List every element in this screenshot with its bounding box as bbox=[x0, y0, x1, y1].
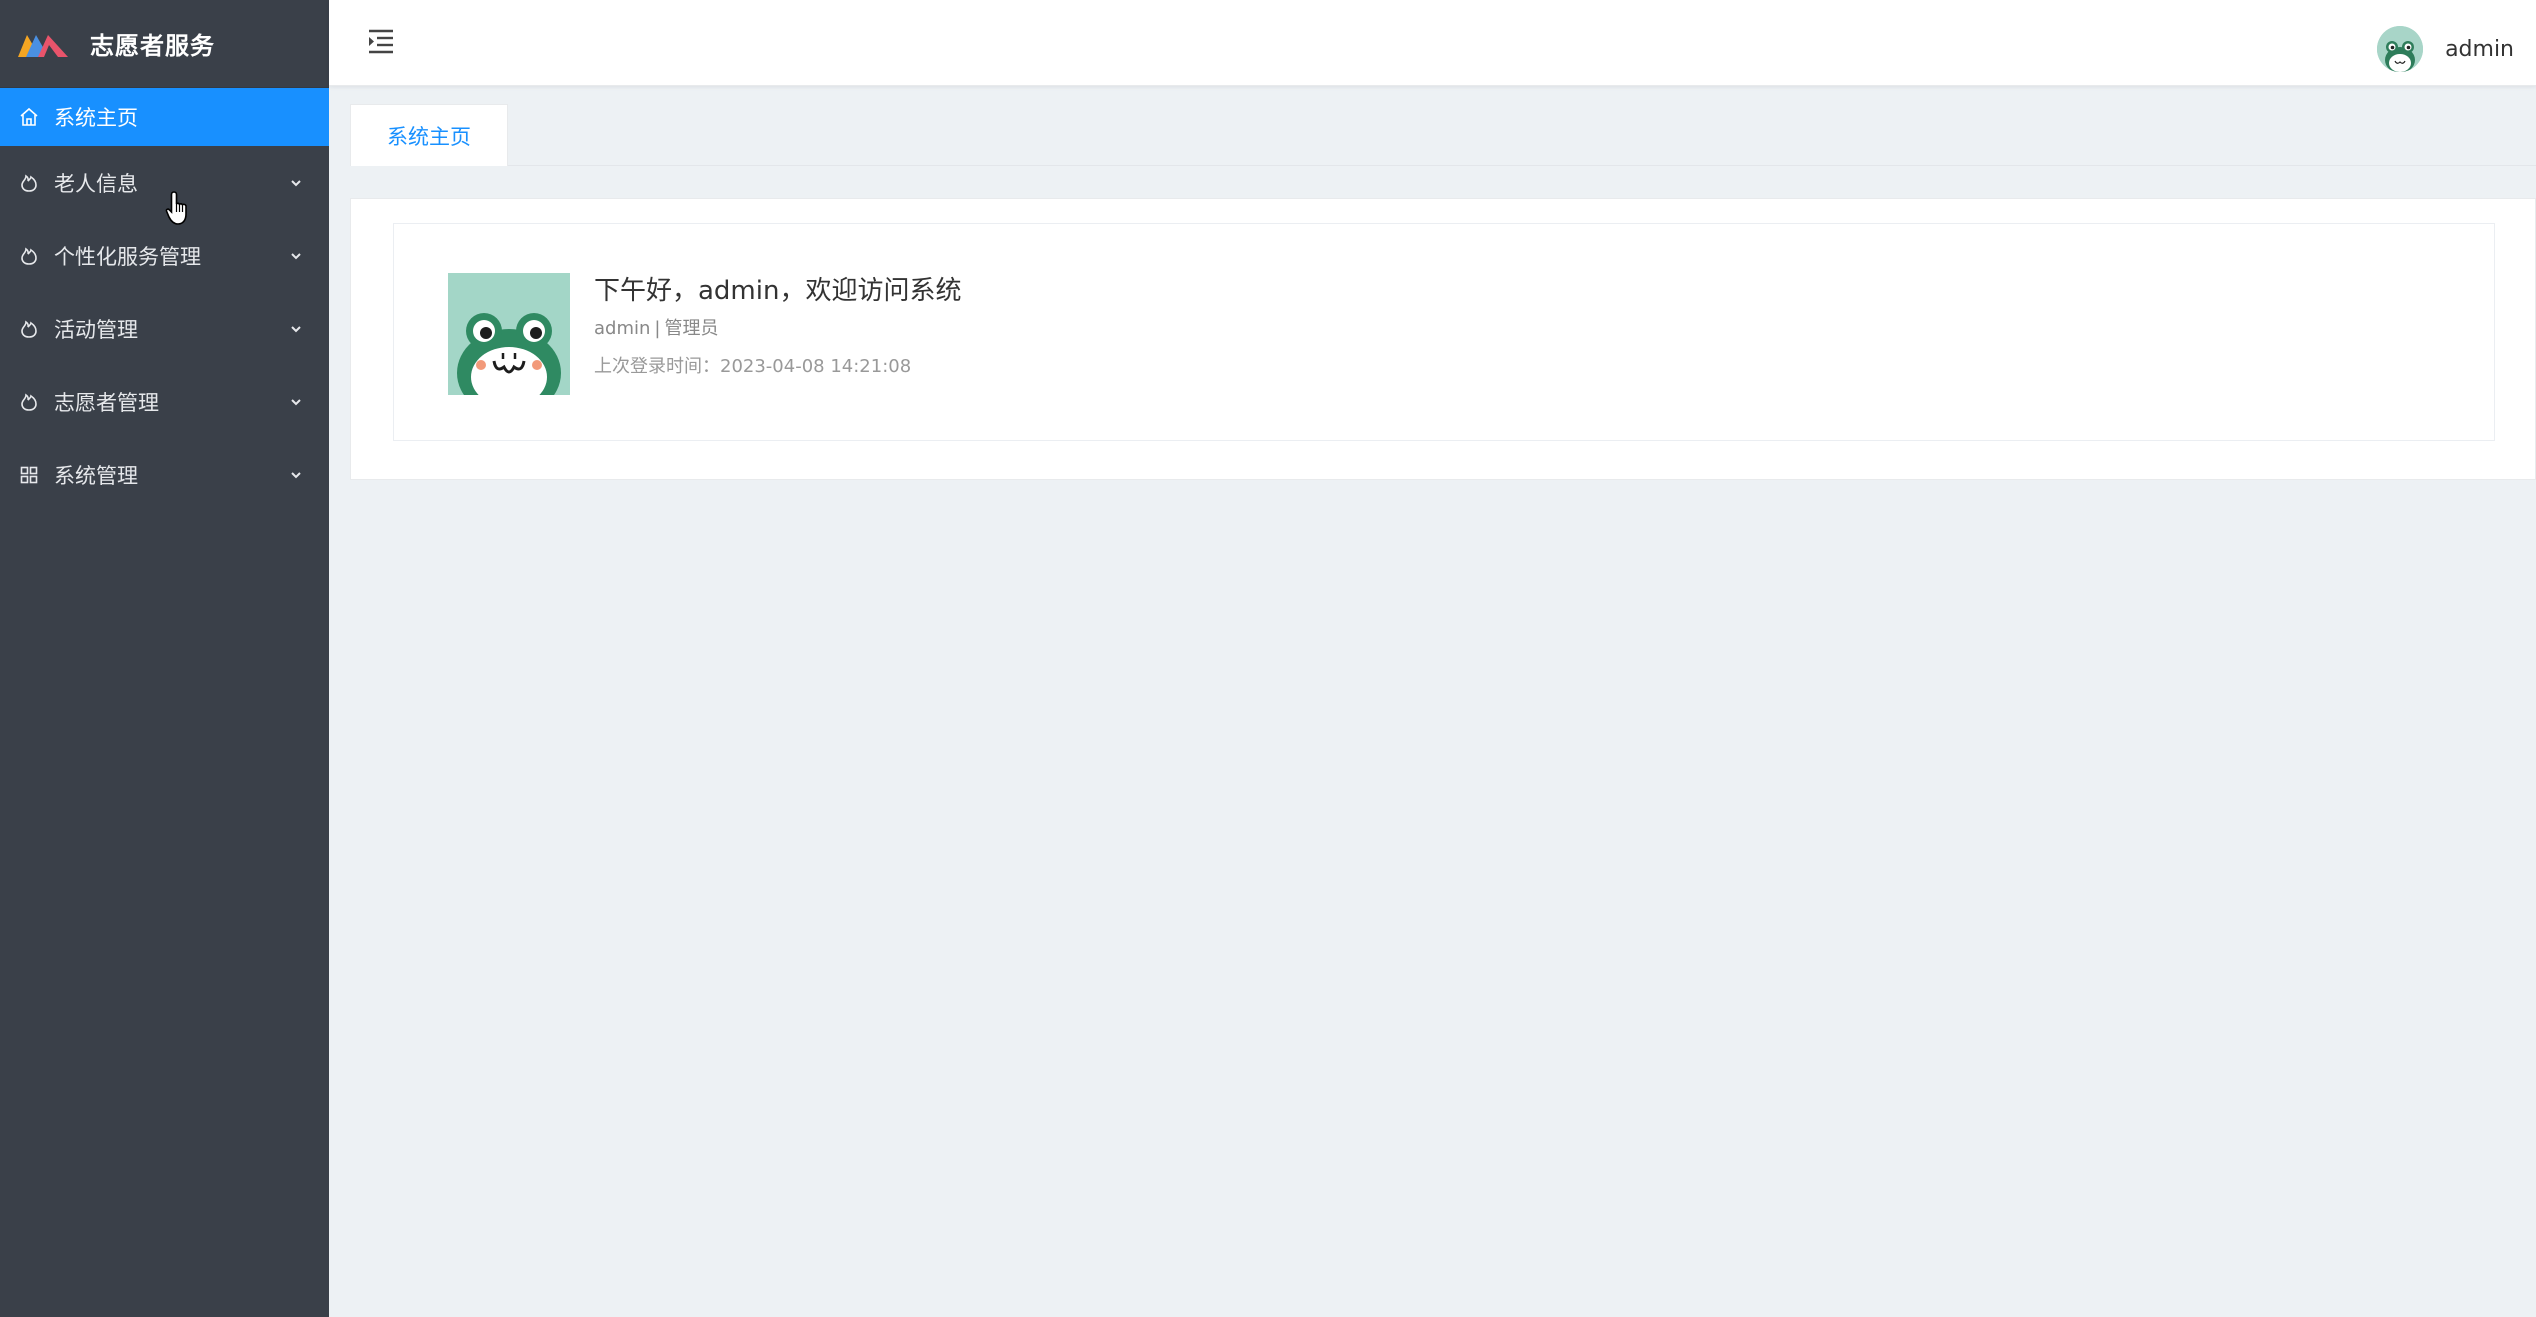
top-header: admin bbox=[329, 0, 2536, 86]
user-menu[interactable]: admin bbox=[2377, 26, 2514, 72]
role-name: 管理员 bbox=[664, 318, 719, 339]
app-title: 志愿者服务 bbox=[90, 32, 215, 60]
sidebar-item-label: 老人信息 bbox=[54, 171, 138, 196]
logo-icon bbox=[18, 34, 68, 57]
sidebar-item-elder-info[interactable]: 老人信息 bbox=[0, 146, 329, 219]
sidebar: 志愿者服务 系统主页 老人信息 个性化服务管理 活动管理 志愿者管理 系统管理 bbox=[0, 0, 329, 1317]
flame-icon bbox=[18, 245, 40, 267]
logo[interactable]: 志愿者服务 bbox=[0, 0, 329, 88]
chevron-down-icon bbox=[287, 393, 305, 411]
avatar bbox=[2377, 26, 2424, 72]
sidebar-item-home[interactable]: 系统主页 bbox=[0, 88, 329, 146]
welcome-info: 下午好，admin，欢迎访问系统 admin | 管理员 上次登录时间：2023-0… bbox=[594, 273, 961, 379]
chevron-down-icon bbox=[287, 247, 305, 265]
sidebar-item-label: 个性化服务管理 bbox=[54, 244, 201, 269]
sidebar-item-personalized-service[interactable]: 个性化服务管理 bbox=[0, 219, 329, 292]
last-login-line: 上次登录时间：2023-04-08 14:21:08 bbox=[594, 355, 961, 379]
user-avatar-large bbox=[448, 273, 570, 395]
flame-icon bbox=[18, 318, 40, 340]
flame-icon bbox=[18, 172, 40, 194]
app-root: 志愿者服务 系统主页 老人信息 个性化服务管理 活动管理 志愿者管理 系统管理 … bbox=[0, 0, 2536, 1317]
menu-toggle-icon[interactable] bbox=[365, 27, 397, 57]
user-role-line: admin | 管理员 bbox=[594, 317, 961, 341]
chevron-down-icon bbox=[287, 320, 305, 338]
sidebar-item-volunteer[interactable]: 志愿者管理 bbox=[0, 365, 329, 438]
last-login-time: 2023-04-08 14:21:08 bbox=[720, 356, 912, 377]
welcome-card: 下午好，admin，欢迎访问系统 admin | 管理员 上次登录时间：2023-0… bbox=[393, 223, 2495, 441]
home-icon bbox=[18, 106, 40, 128]
grid-icon bbox=[18, 464, 40, 486]
chevron-down-icon bbox=[287, 174, 305, 192]
tags-bar: 系统主页 bbox=[350, 104, 2536, 166]
tab-home[interactable]: 系统主页 bbox=[350, 104, 508, 166]
sidebar-item-label: 系统主页 bbox=[54, 106, 138, 130]
chevron-down-icon bbox=[287, 466, 305, 484]
dashboard-panel: 下午好，admin，欢迎访问系统 admin | 管理员 上次登录时间：2023-0… bbox=[350, 198, 2536, 480]
sidebar-menu: 系统主页 老人信息 个性化服务管理 活动管理 志愿者管理 系统管理 bbox=[0, 88, 329, 511]
role-username: admin bbox=[594, 318, 651, 339]
sidebar-item-activity[interactable]: 活动管理 bbox=[0, 292, 329, 365]
user-name: admin bbox=[2445, 36, 2514, 62]
sidebar-item-label: 志愿者管理 bbox=[54, 390, 159, 415]
sidebar-item-label: 活动管理 bbox=[54, 317, 138, 342]
flame-icon bbox=[18, 391, 40, 413]
sidebar-item-system[interactable]: 系统管理 bbox=[0, 438, 329, 511]
sidebar-item-label: 系统管理 bbox=[54, 463, 138, 488]
greeting-text: 下午好，admin，欢迎访问系统 bbox=[594, 276, 962, 306]
last-login-label: 上次登录时间： bbox=[594, 356, 720, 377]
role-separator: | bbox=[654, 318, 661, 339]
